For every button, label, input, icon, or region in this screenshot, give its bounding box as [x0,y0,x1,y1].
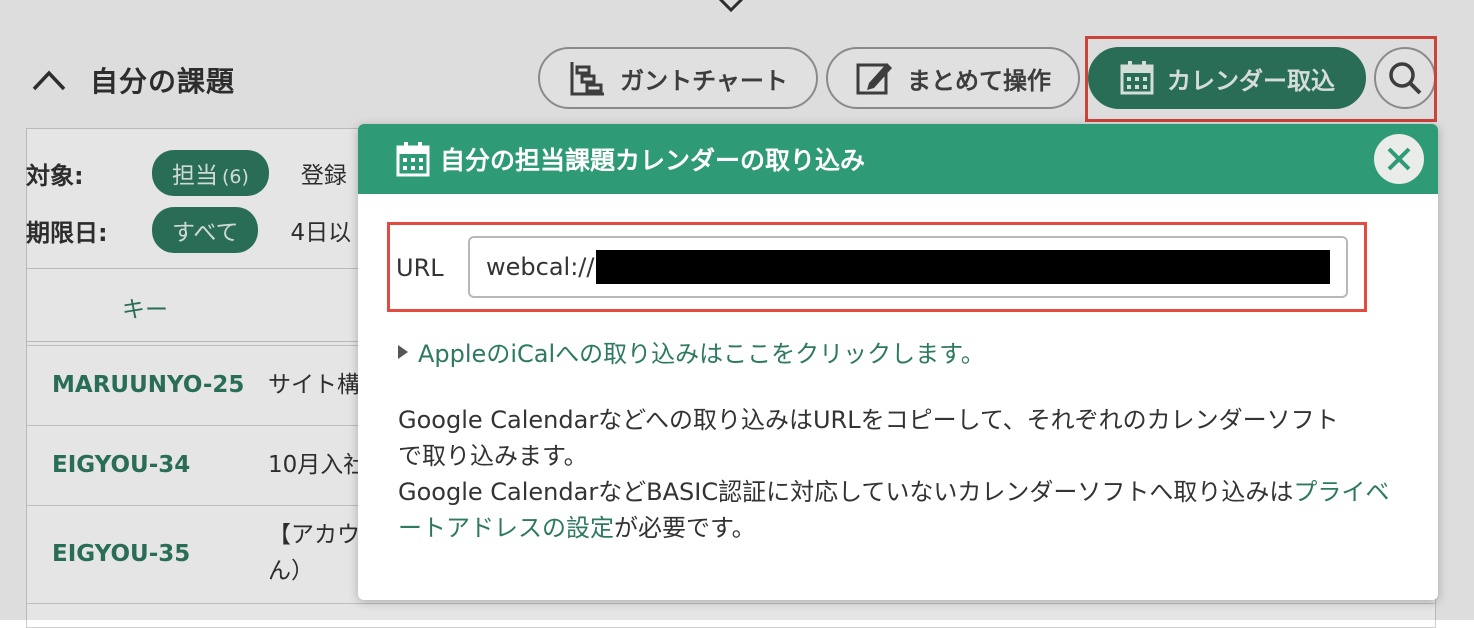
dialog-header: 自分の担当課題カレンダーの取り込み [358,124,1438,194]
ical-link-text: AppleのiCalへの取り込みはここをクリックします。 [418,340,985,368]
description-line-1: Google Calendarなどへの取り込みはURLをコピーして、それぞれのカ… [398,406,1339,434]
description-prefix: Google CalendarなどBASIC認証に対応していないカレンダーソフト… [398,478,1294,506]
description-suffix: が必要です。 [614,514,756,542]
description-line-2: で取り込みます。 [398,442,588,470]
redacted-url [596,250,1331,284]
url-value: webcal:// [486,253,595,281]
close-icon [1387,147,1411,171]
ical-link[interactable]: AppleのiCalへの取り込みはここをクリックします。 [398,334,985,369]
url-input[interactable]: webcal:// [468,236,1348,298]
calendar-icon [396,142,430,177]
close-button[interactable] [1374,134,1424,184]
description-line-3: Google CalendarなどBASIC認証に対応していないカレンダーソフト… [398,474,1398,546]
dialog-description: Google Calendarなどへの取り込みはURLをコピーして、それぞれのカ… [398,402,1398,546]
dialog-title: 自分の担当課題カレンダーの取り込み [440,146,866,175]
caret-right-icon [398,344,408,359]
url-label: URL [396,254,444,282]
